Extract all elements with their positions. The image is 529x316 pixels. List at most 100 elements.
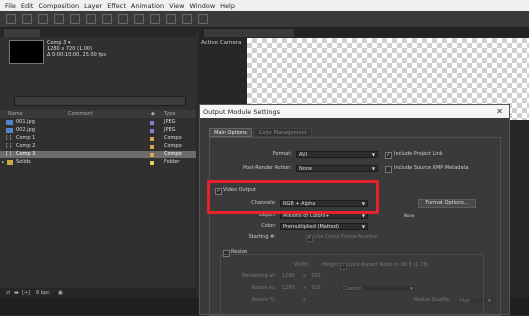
viewer-tab[interactable]: [204, 29, 294, 37]
close-icon[interactable]: ✕: [496, 107, 503, 116]
trash-icon[interactable]: ▣: [58, 290, 63, 296]
item-name: 001.jpg: [16, 119, 35, 125]
starting-number-label: Starting #:: [248, 234, 276, 240]
item-type: Folder: [164, 159, 180, 165]
new-folder-icon[interactable]: ▬: [14, 290, 19, 296]
folder-icon: [7, 160, 13, 165]
post-render-select[interactable]: None ▼: [296, 165, 378, 172]
hand-tool-icon[interactable]: [22, 14, 32, 24]
comp-duration: Δ 0:00:10:00, 25.00 fps: [47, 52, 106, 58]
include-project-link-checkbox[interactable]: ✓: [385, 152, 392, 159]
rotate-tool-icon[interactable]: [54, 14, 64, 24]
pan-behind-tool-icon[interactable]: [86, 14, 96, 24]
menu-effect[interactable]: Effect: [107, 2, 126, 10]
image-icon: [6, 120, 13, 125]
project-item-comp-3[interactable]: [ ] Comp 3 Compo: [0, 151, 196, 158]
menu-file[interactable]: File: [5, 2, 16, 10]
item-type: Compo: [164, 151, 182, 157]
type-tool-icon[interactable]: [134, 14, 144, 24]
active-camera-label: Active Camera: [201, 40, 242, 46]
project-item-comp-2[interactable]: [ ] Comp 2 Compo: [0, 143, 196, 150]
menu-animation[interactable]: Animation: [131, 2, 164, 10]
menu-layer[interactable]: Layer: [84, 2, 102, 10]
item-name: Comp 3: [16, 151, 36, 157]
menu-view[interactable]: View: [169, 2, 184, 10]
item-type: Compo: [164, 143, 182, 149]
zoom-tool-icon[interactable]: [38, 14, 48, 24]
item-name: 002.jpg: [16, 127, 35, 133]
pen-tool-icon[interactable]: [118, 14, 128, 24]
codec-none-text: None: [404, 213, 415, 218]
tab-main-options[interactable]: Main Options: [209, 128, 252, 137]
chevron-down-icon: ▼: [371, 166, 375, 171]
project-tab[interactable]: [4, 29, 40, 37]
project-item-comp-1[interactable]: [ ] Comp 1 Compo: [0, 135, 196, 142]
bit-depth-label[interactable]: 8 bpc: [36, 290, 50, 296]
column-comment[interactable]: Comment: [68, 111, 93, 117]
item-name: Solids: [16, 159, 31, 165]
use-comp-frame-label: Use Comp Frame Number: [314, 234, 379, 240]
menu-edit[interactable]: Edit: [21, 2, 34, 10]
chevron-down-icon: ▼: [487, 298, 491, 303]
project-item-001-jpg[interactable]: 001.jpg JPEG: [0, 119, 196, 126]
clone-tool-icon[interactable]: [166, 14, 176, 24]
project-item-002-jpg[interactable]: 002.jpg JPEG: [0, 127, 196, 134]
project-panel: Comp 3 ▾ 1280 x 720 (1.00) Δ 0:00:10:00,…: [0, 28, 196, 298]
menu-window[interactable]: Window: [190, 2, 216, 10]
column-type[interactable]: Type: [164, 111, 175, 117]
composition-icon: [ ]: [6, 151, 12, 157]
post-render-value: None: [299, 166, 313, 172]
tab-color-management[interactable]: Color Management: [254, 128, 312, 137]
color-label: Color:: [261, 223, 276, 229]
label-tag-icon[interactable]: ◆: [151, 111, 155, 117]
menu-help[interactable]: Help: [220, 2, 235, 10]
label-color-swatch[interactable]: [150, 137, 154, 141]
project-column-header: Name Comment ◆ Type: [0, 110, 196, 118]
post-render-label: Post-Render Action:: [243, 165, 292, 171]
column-name[interactable]: Name: [8, 111, 23, 117]
menu-bar: File Edit Composition Layer Effect Anima…: [0, 0, 529, 11]
color-value: Premultiplied (Matted): [283, 224, 339, 230]
label-color-swatch[interactable]: [150, 153, 154, 157]
chevron-down-icon: ▼: [361, 224, 365, 229]
format-select[interactable]: AVI ▼: [296, 151, 378, 158]
project-item-solids[interactable]: ▸ Solids Folder: [0, 159, 196, 166]
mask-tool-icon[interactable]: [102, 14, 112, 24]
resize-group-frame: [220, 254, 484, 316]
item-name: Comp 2: [16, 143, 36, 149]
include-xmp-checkbox[interactable]: [385, 166, 392, 173]
include-project-link-label: Include Project Link: [394, 151, 443, 157]
composition-icon: [ ]: [6, 135, 12, 141]
dialog-title: Output Module Settings: [203, 108, 281, 116]
project-footer: ⇄ ▬ [+] 8 bpc ▣: [0, 288, 196, 298]
brush-tool-icon[interactable]: [150, 14, 160, 24]
format-value: AVI: [299, 152, 307, 158]
project-search-input[interactable]: [14, 96, 186, 106]
use-comp-frame-checkbox[interactable]: ✓: [306, 235, 313, 242]
tools-toolbar: [0, 11, 529, 28]
image-icon: [6, 128, 13, 133]
comp-info: Comp 3 ▾ 1280 x 720 (1.00) Δ 0:00:10:00,…: [47, 40, 106, 58]
expand-triangle-icon[interactable]: ▸: [2, 159, 4, 164]
highlight-annotation-box: [207, 180, 379, 214]
color-select[interactable]: Premultiplied (Matted) ▼: [280, 223, 368, 230]
label-color-swatch[interactable]: [150, 161, 154, 165]
eraser-tool-icon[interactable]: [182, 14, 192, 24]
format-label: Format:: [272, 151, 292, 157]
camera-tool-icon[interactable]: [70, 14, 80, 24]
item-type: JPEG: [164, 119, 176, 125]
interpret-footage-icon[interactable]: ⇄: [6, 290, 10, 296]
comp-thumbnail: [9, 40, 44, 64]
label-color-swatch[interactable]: [150, 129, 154, 133]
puppet-tool-icon[interactable]: [198, 14, 208, 24]
menu-composition[interactable]: Composition: [38, 2, 79, 10]
selection-tool-icon[interactable]: [6, 14, 16, 24]
format-options-button[interactable]: Format Options...: [418, 199, 476, 208]
item-type: Compo: [164, 135, 182, 141]
chevron-down-icon: ▼: [371, 152, 375, 157]
new-comp-icon[interactable]: [+]: [22, 290, 30, 296]
composition-icon: [ ]: [6, 143, 12, 149]
label-color-swatch[interactable]: [150, 121, 154, 125]
dialog-title-bar: Output Module Settings ✕: [200, 105, 509, 118]
label-color-swatch[interactable]: [150, 145, 154, 149]
